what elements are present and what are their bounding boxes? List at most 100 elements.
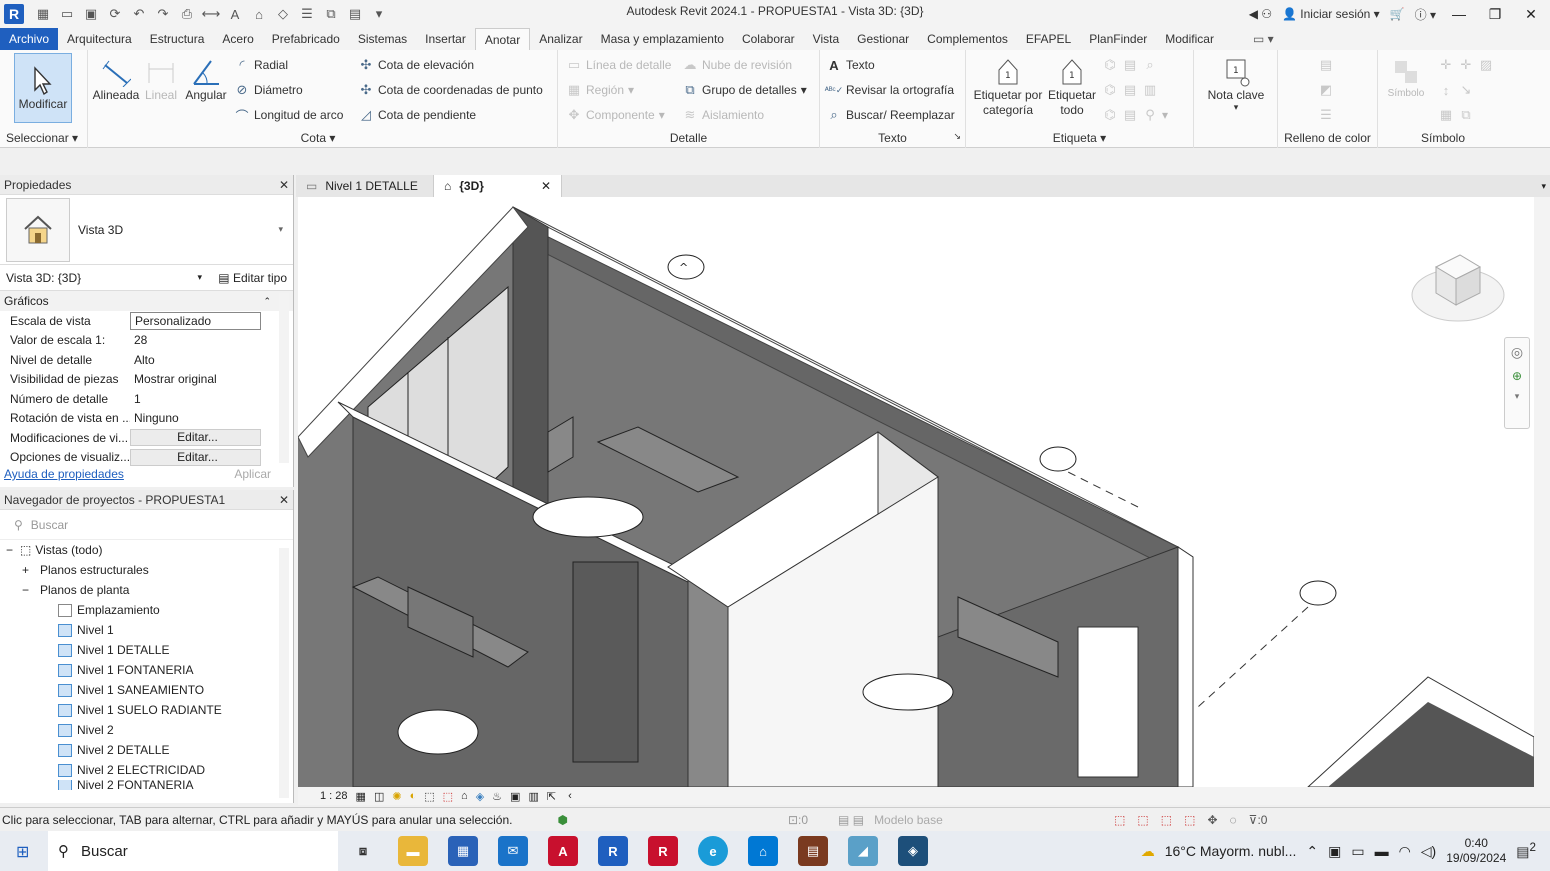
tree-structural-plans[interactable]: + Planos estructurales [0,560,293,580]
tag-all-button[interactable]: 1 Etiquetar todo [1046,56,1098,118]
tree-views-root[interactable]: − ⬚ Vistas (todo) [0,540,293,560]
viewport-vertical-scrollbar[interactable] [1534,197,1550,787]
sync-icon[interactable]: ⟳ [104,4,126,24]
revit-logo[interactable]: R [4,4,24,24]
design-option-selector[interactable]: Modelo base [874,813,1074,827]
save-icon[interactable]: ▣ [80,4,102,24]
nav-menu-icon[interactable]: ▾ [1515,391,1520,402]
background-process-icon[interactable]: ◌ [1230,813,1237,827]
span-direction-button[interactable]: ✛ ✛ ▨ [1438,57,1494,73]
graphics-section[interactable]: Gráficos ⌃ [0,291,293,311]
binoculars-icon[interactable]: ◀ ⚇ [1249,7,1272,21]
worksharing-icon[interactable]: ▣ [510,790,520,803]
cart-icon[interactable]: 🛒 [1390,7,1405,21]
sign-in-link[interactable]: 👤 Iniciar sesión ▾ [1282,7,1380,21]
insulation-button[interactable]: ≋ Aislamiento [682,107,764,123]
store-icon[interactable]: ▦ [448,836,478,866]
type-selector[interactable]: Vista 3D ▾ [0,195,293,265]
tag-group-label[interactable]: Etiqueta ▾ [966,131,1193,145]
zoom-icon[interactable]: ⊕ [1512,369,1522,383]
view-scale-field[interactable]: Personalizado [130,311,261,330]
view-tab-nivel1-detalle[interactable]: ▭ Nivel 1 DETALLE [296,175,434,197]
undo-icon[interactable]: ↶ [128,4,150,24]
angular-dimension-button[interactable]: Angular [182,56,230,102]
mail-icon[interactable]: ✉ [498,836,528,866]
reveal-hidden-icon[interactable]: ♨ [492,790,502,803]
tab-efapel[interactable]: EFAPEL [1017,28,1080,50]
tab-masa[interactable]: Masa y emplazamiento [592,28,733,50]
instance-filter[interactable]: Vista 3D: {3D} [6,271,81,285]
detail-level-icon[interactable]: ▦ [356,790,366,803]
ribbon-minimize-icon[interactable]: ▭ ▾ [1253,28,1274,50]
windows-start-icon[interactable]: ⊞ [16,842,29,862]
home-icon[interactable]: ▦ [32,4,54,24]
edit-type-button[interactable]: ▤ Editar tipo [218,271,287,285]
autocad-icon[interactable]: A [548,836,578,866]
dimension-group-label[interactable]: Cota ▾ [178,131,458,145]
tab-acero[interactable]: Acero [213,28,262,50]
tree-item[interactable]: Nivel 2 FONTANERIA [0,780,293,790]
tree-item[interactable]: Nivel 2 [0,720,293,740]
measure-icon[interactable]: ⟷ [200,4,222,24]
area-reinforcement-button[interactable]: ↕ ↘ [1438,82,1474,98]
detail-line-button[interactable]: ▭ Línea de detalle [566,57,672,73]
tray-app-icon[interactable]: ▣ [1328,843,1341,860]
component-button[interactable]: ✥ Componente ▾ [566,107,665,123]
collapse-minus-icon[interactable]: − [22,583,40,597]
aligned-dimension-button[interactable]: Alineada [92,56,140,102]
winrar-icon[interactable]: ▤ [798,836,828,866]
tab-arquitectura[interactable]: Arquitectura [58,28,141,50]
tag-tools-row1[interactable]: ⌬ ▤ ⌕ [1102,57,1158,73]
revit-taskbar-icon[interactable]: R [598,836,628,866]
keynote-button[interactable]: 1 Nota clave ▾ [1200,56,1272,113]
symbol-button[interactable]: Símbolo [1380,56,1432,99]
lock-3d-icon[interactable]: ⌂ [461,790,468,802]
tab-vista[interactable]: Vista [804,28,848,50]
open-icon[interactable]: ▭ [56,4,78,24]
temp-hide-icon[interactable]: ◈ [476,790,484,803]
collapse-minus-icon[interactable]: − [6,543,20,557]
tag-tools-row2[interactable]: ⌬ ▤ ▥ [1102,82,1158,98]
tree-item[interactable]: Nivel 1 SUELO RADIANTE [0,700,293,720]
spot-slope-button[interactable]: ◿ Cota de pendiente [358,107,476,123]
viewcube[interactable] [1408,237,1508,327]
tag-tools-row3[interactable]: ⌬ ▤ ⚲ ▾ [1102,107,1168,123]
section-icon[interactable]: ◇ [272,4,294,24]
weather-icon[interactable]: ☁ [1141,843,1155,860]
instance-dropdown-icon[interactable]: ▾ [197,272,202,283]
tree-item[interactable]: Nivel 2 DETALLE [0,740,293,760]
modify-button[interactable]: Modificar [14,53,72,123]
apply-button[interactable]: Aplicar [234,467,271,481]
tab-prefabricado[interactable]: Prefabricado [263,28,349,50]
sun-path-icon[interactable]: ✺ [392,790,401,803]
tree-item[interactable]: Nivel 1 SANEAMIENTO [0,680,293,700]
view-scale[interactable]: 1 : 28 [320,790,348,802]
tab-archivo[interactable]: Archivo [0,28,59,50]
properties-help-link[interactable]: Ayuda de propiedades [4,467,124,481]
view-tab-3d[interactable]: ⌂ {3D} ✕ [434,175,562,197]
edit-display-button[interactable]: Editar... [130,448,261,466]
volume-icon[interactable]: ◁) [1421,843,1436,860]
restore-icon[interactable]: ❐ [1482,6,1508,23]
tabs-menu-icon[interactable]: ▾ [1541,175,1546,197]
pipe-legend-button[interactable]: ☰ [1318,107,1334,123]
select-pinned-icon[interactable]: ⬚ [1161,813,1172,827]
customize-qat-icon[interactable]: ▾ [368,4,390,24]
collapse-icon[interactable]: ⌃ [263,296,271,307]
region-button[interactable]: ▦ Región ▾ [566,82,634,98]
linear-dimension-button[interactable]: Lineal [144,56,178,102]
weather-text[interactable]: 16°C Mayorm. nubl... [1165,843,1297,859]
tree-item[interactable]: Nivel 1 [0,620,293,640]
tree-item[interactable]: Nivel 1 DETALLE [0,640,293,660]
edge-icon[interactable]: e [698,836,728,866]
select-underlay-icon[interactable]: ⬚ [1137,813,1148,827]
close-browser-icon[interactable]: ✕ [279,493,289,507]
thin-lines-icon[interactable]: ☰ [296,4,318,24]
help-icon[interactable]: ⓘ ▾ [1415,6,1436,23]
text-tool-icon[interactable]: A [224,4,246,24]
visual-style-icon[interactable]: ◫ [374,790,384,803]
scroll-left-icon[interactable]: ‹ [568,790,572,802]
app-icon[interactable]: ◢ [848,836,878,866]
tab-analizar[interactable]: Analizar [530,28,591,50]
browser-search[interactable]: ⚲ Buscar [0,510,293,540]
